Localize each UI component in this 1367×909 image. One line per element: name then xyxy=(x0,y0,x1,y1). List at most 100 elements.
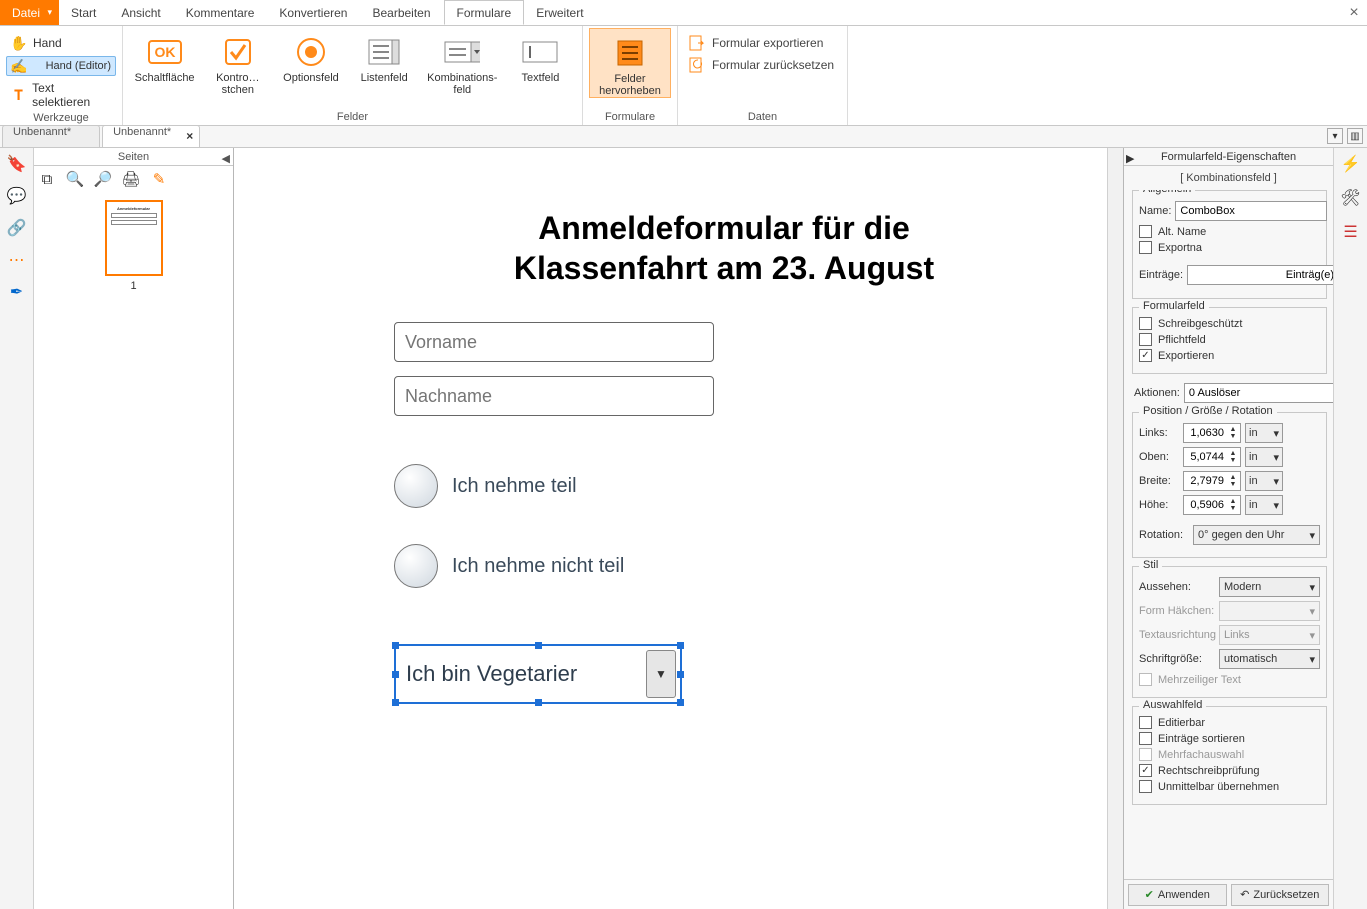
combobox-selected[interactable]: Ich bin Vegetarier ▼ xyxy=(394,644,682,704)
prop-export-checkbox[interactable]: ✓Exportieren xyxy=(1139,349,1320,362)
menu-tab-konvertieren[interactable]: Konvertieren xyxy=(267,0,360,25)
field-button[interactable]: OK Schaltfläche xyxy=(129,28,200,84)
resize-handle[interactable] xyxy=(535,642,542,649)
form-field-vorname[interactable] xyxy=(394,322,1054,362)
field-textfield[interactable]: Textfeld xyxy=(505,28,576,84)
apply-button[interactable]: ✔Anwenden xyxy=(1128,884,1227,906)
menu-tab-kommentare[interactable]: Kommentare xyxy=(174,0,268,25)
prop-width-spinner[interactable]: ▲▼ xyxy=(1183,471,1241,491)
resize-handle[interactable] xyxy=(392,671,399,678)
prop-height-spinner[interactable]: ▲▼ xyxy=(1183,495,1241,515)
field-radio[interactable]: Optionsfeld xyxy=(275,28,346,84)
zoom-in-icon[interactable]: 🔍 xyxy=(66,170,84,188)
resize-handle[interactable] xyxy=(677,671,684,678)
list-icon[interactable]: ☰ xyxy=(1341,222,1361,242)
resize-handle[interactable] xyxy=(392,699,399,706)
vertical-scrollbar[interactable] xyxy=(1107,148,1123,909)
prop-left-spinner[interactable]: ▲▼ xyxy=(1183,423,1241,443)
export-form-button[interactable]: Formular exportieren xyxy=(688,34,834,52)
svg-text:OK: OK xyxy=(154,44,175,60)
tool-hand[interactable]: ✋ Hand xyxy=(6,32,116,54)
prop-readonly-checkbox[interactable]: Schreibgeschützt xyxy=(1139,317,1320,330)
edit-page-icon[interactable]: ✎ xyxy=(150,170,168,188)
collapse-left-icon[interactable]: ◀ xyxy=(222,150,230,168)
checkbox-icon xyxy=(1139,780,1152,793)
prop-exportname-checkbox[interactable]: Exportna xyxy=(1139,241,1320,254)
prop-commit-checkbox[interactable]: Unmittelbar übernehmen xyxy=(1139,780,1320,793)
prop-look-select[interactable]: Modern▾ xyxy=(1219,577,1320,597)
prop-height-input[interactable] xyxy=(1184,496,1226,514)
link-icon[interactable]: 🔗 xyxy=(7,218,27,238)
form-field-nachname[interactable] xyxy=(394,376,1054,416)
prop-height-unit[interactable]: in▾ xyxy=(1245,495,1283,515)
sign-icon[interactable]: ✒ xyxy=(7,282,27,302)
zoom-out-icon[interactable]: 🔎 xyxy=(94,170,112,188)
prop-left-unit[interactable]: in▾ xyxy=(1245,423,1283,443)
prop-width-unit[interactable]: in▾ xyxy=(1245,471,1283,491)
fieldset-general-legend: Allgemein xyxy=(1139,190,1195,195)
prop-name-input[interactable] xyxy=(1175,201,1327,221)
print-icon[interactable]: 🖨 xyxy=(122,170,140,188)
combobox-dropdown-icon[interactable]: ▼ xyxy=(646,650,676,698)
menu-tab-bearbeiten[interactable]: Bearbeiten xyxy=(360,0,443,25)
reset-button[interactable]: ↶Zurücksetzen xyxy=(1231,884,1330,906)
resize-handle[interactable] xyxy=(677,699,684,706)
prop-spell-checkbox[interactable]: ✓Rechtschreibprüfung xyxy=(1139,764,1320,777)
menu-tab-erweitert[interactable]: Erweitert xyxy=(524,0,596,25)
prop-sort-checkbox[interactable]: Einträge sortieren xyxy=(1139,732,1320,745)
prop-rotation-select[interactable]: 0° gegen den Uhr▾ xyxy=(1193,525,1320,545)
reset-form-button[interactable]: Formular zurücksetzen xyxy=(688,56,834,74)
bookmark-icon[interactable]: 🔖 xyxy=(7,154,27,174)
doc-tab-close-icon[interactable]: × xyxy=(186,129,193,143)
prop-multiline-checkbox: Mehrzeiliger Text xyxy=(1139,673,1320,686)
doc-tab-1[interactable]: Unbenannt*× xyxy=(102,125,200,147)
field-combobox-label: Kombinations- feld xyxy=(427,72,497,96)
menu-tab-formulare[interactable]: Formulare xyxy=(444,0,525,25)
prop-fontsize-select[interactable]: utomatisch▾ xyxy=(1219,649,1320,669)
radio-nicht-teilnehmen[interactable] xyxy=(394,544,438,588)
menu-tab-ansicht[interactable]: Ansicht xyxy=(109,0,173,25)
field-listbox[interactable]: Listenfeld xyxy=(349,28,420,84)
prop-required-checkbox[interactable]: Pflichtfeld xyxy=(1139,333,1320,346)
prop-left-input[interactable] xyxy=(1184,424,1226,442)
prop-width-input[interactable] xyxy=(1184,472,1226,490)
menu-file[interactable]: Datei xyxy=(0,0,59,25)
vorname-input[interactable] xyxy=(394,322,714,362)
field-combobox[interactable]: Kombinations- feld xyxy=(422,28,503,96)
document-canvas[interactable]: Anmeldeformular für die Klassenfahrt am … xyxy=(234,148,1107,909)
menu-tab-start[interactable]: Start xyxy=(59,0,109,25)
collapse-right-icon[interactable]: ▶ xyxy=(1126,150,1134,168)
prop-top-input[interactable] xyxy=(1184,448,1226,466)
window-close-icon[interactable]: × xyxy=(1341,0,1367,25)
field-checkbox[interactable]: Kontro…stchen xyxy=(202,28,273,96)
more-icon[interactable]: ⋯ xyxy=(7,250,27,270)
doc-tab-0[interactable]: Unbenannt* xyxy=(2,125,100,147)
resize-handle[interactable] xyxy=(392,642,399,649)
nachname-input[interactable] xyxy=(394,376,714,416)
page-thumbnail-1[interactable]: Anmeldeformular xyxy=(105,200,163,276)
radio-row-2[interactable]: Ich nehme nicht teil xyxy=(394,544,1054,588)
prop-top-spinner[interactable]: ▲▼ xyxy=(1183,447,1241,467)
radio-teilnehmen[interactable] xyxy=(394,464,438,508)
ribbon-group-fields-label: Felder xyxy=(129,111,576,125)
wrench-icon[interactable]: 🛠 xyxy=(1341,188,1361,208)
comment-icon[interactable]: 💬 xyxy=(7,186,27,206)
highlight-fields-button[interactable]: Felder hervorheben xyxy=(589,28,671,98)
radio-row-1[interactable]: Ich nehme teil xyxy=(394,464,1054,508)
prop-actions-input[interactable] xyxy=(1184,383,1333,403)
resize-handle[interactable] xyxy=(677,642,684,649)
prop-entries-input[interactable] xyxy=(1187,265,1333,285)
layout-icon[interactable]: ▥ xyxy=(1347,128,1363,144)
tab-menu-icon[interactable]: ▾ xyxy=(1327,128,1343,144)
bolt-icon[interactable]: ⚡ xyxy=(1341,154,1361,174)
prop-editable-checkbox[interactable]: Editierbar xyxy=(1139,716,1320,729)
ok-button-icon: OK xyxy=(147,34,183,70)
resize-handle[interactable] xyxy=(535,699,542,706)
tool-hand-editor[interactable]: ✍ Hand (Editor) xyxy=(6,56,116,76)
reset-form-label: Formular zurücksetzen xyxy=(712,58,834,72)
tool-text-select[interactable]: 𝐓 Text selektieren xyxy=(6,78,116,112)
copy-page-icon[interactable]: ⧉ xyxy=(38,170,56,188)
prop-top-unit[interactable]: in▾ xyxy=(1245,447,1283,467)
checkbox-icon xyxy=(1139,748,1152,761)
prop-altname-checkbox[interactable]: Alt. Name xyxy=(1139,225,1320,238)
